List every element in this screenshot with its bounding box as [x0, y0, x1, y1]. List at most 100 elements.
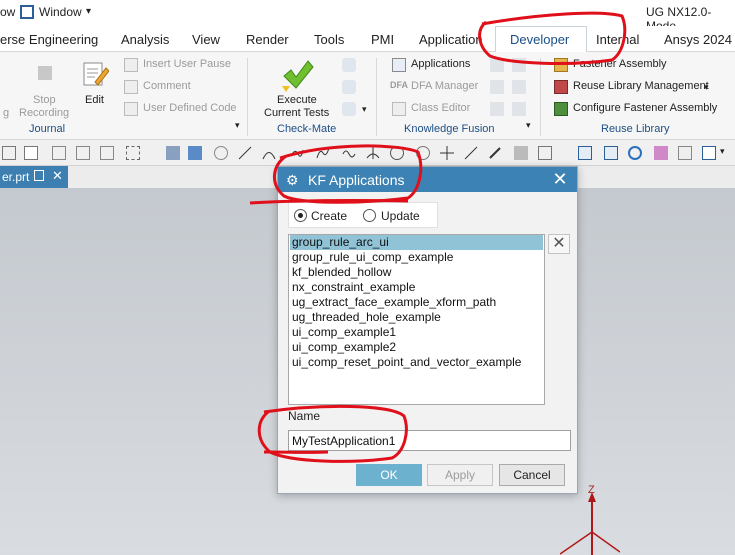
tab-render[interactable]: Render: [246, 32, 289, 47]
list-item[interactable]: nx_constraint_example: [290, 280, 543, 295]
kf-tool-icon-6[interactable]: [512, 102, 526, 116]
toolbar-tool-icon-23[interactable]: [604, 146, 618, 160]
wave-tool-icon[interactable]: [342, 146, 356, 160]
select-filter-icon[interactable]: [2, 146, 16, 160]
tab-analysis[interactable]: Analysis: [121, 32, 169, 47]
tab-ansys[interactable]: Ansys 2024: [664, 32, 732, 47]
knowledge-fusion-group-label: Knowledge Fusion: [404, 123, 495, 135]
list-item[interactable]: kf_blended_hollow: [290, 265, 543, 280]
kf-tool-icon-2[interactable]: [512, 58, 526, 72]
tab-reverse-engineering[interactable]: erse Engineering: [0, 32, 98, 47]
document-tab-close-icon[interactable]: ✕: [52, 168, 63, 184]
stop-recording-label-1[interactable]: Stop: [33, 94, 56, 106]
configure-fastener-assembly[interactable]: Configure Fastener Assembly: [573, 102, 717, 114]
view-cube-icon[interactable]: [166, 146, 180, 160]
crosshair-icon[interactable]: [440, 146, 454, 160]
slash-tool-icon[interactable]: [464, 146, 478, 160]
title-bar-left-text: ow: [0, 5, 16, 19]
grid-tool-icon[interactable]: [538, 146, 552, 160]
toolbar-tool-icon-4[interactable]: [76, 146, 90, 160]
document-tab[interactable]: er.prt ✕: [0, 166, 68, 188]
class-editor[interactable]: Class Editor: [411, 102, 470, 114]
toolbar-tool-icon-5[interactable]: [100, 146, 114, 160]
reuse-library-management-caret-icon[interactable]: ▾: [704, 82, 709, 93]
kf-tool-icon-4[interactable]: [512, 80, 526, 94]
comment[interactable]: Comment: [143, 80, 191, 92]
journal-group-more-icon[interactable]: ▾: [235, 120, 240, 131]
shaded-view-icon[interactable]: [188, 146, 202, 160]
line-tool-icon[interactable]: [238, 146, 252, 160]
fastener-assembly[interactable]: Fastener Assembly: [573, 58, 667, 70]
perpendicular-icon[interactable]: [366, 146, 380, 160]
reuse-library-management-icon: [554, 80, 568, 94]
tab-tools[interactable]: Tools: [314, 32, 344, 47]
pen-tool-icon[interactable]: [488, 146, 502, 160]
update-radio-label[interactable]: Update: [381, 209, 420, 223]
tab-application[interactable]: Application: [419, 32, 483, 47]
execute-label-1[interactable]: Execute: [277, 94, 317, 106]
checkmate-tool-icon-2[interactable]: [342, 80, 356, 94]
dialog-title-bar[interactable]: ⚙ KF Applications ✕: [278, 167, 577, 192]
snap-icon[interactable]: [24, 146, 38, 160]
arc-tool-icon[interactable]: [262, 146, 276, 160]
edit-journal-label[interactable]: Edit: [85, 94, 104, 106]
ok-button[interactable]: OK: [356, 464, 422, 486]
name-input[interactable]: [288, 430, 571, 451]
application-list[interactable]: group_rule_arc_ui group_rule_ui_comp_exa…: [288, 234, 545, 405]
list-item[interactable]: ui_comp_example2: [290, 340, 543, 355]
applications[interactable]: Applications: [411, 58, 470, 70]
tab-developer[interactable]: Developer: [495, 26, 587, 53]
window-menu-caret-icon[interactable]: ▾: [86, 6, 91, 17]
checkmate-tool-icon-1[interactable]: [342, 58, 356, 72]
apply-button[interactable]: Apply: [427, 464, 493, 486]
toolbar-tool-icon-22[interactable]: [578, 146, 592, 160]
insert-user-pause[interactable]: Insert User Pause: [143, 58, 231, 70]
list-item[interactable]: ui_comp_example1: [290, 325, 543, 340]
insert-user-pause-icon: [124, 58, 138, 72]
list-item[interactable]: group_rule_ui_comp_example: [290, 250, 543, 265]
list-item[interactable]: ug_threaded_hole_example: [290, 310, 543, 325]
stop-recording-label-2[interactable]: Recording: [19, 107, 69, 119]
configure-fastener-assembly-icon: [554, 102, 568, 116]
user-defined-code[interactable]: User Defined Code: [143, 102, 237, 114]
update-radio[interactable]: [363, 209, 376, 222]
checkmate-tool-icon-3[interactable]: [342, 102, 356, 116]
class-editor-icon: [392, 102, 406, 116]
list-item[interactable]: ug_extract_face_example_xform_path: [290, 295, 543, 310]
kf-group-more-icon[interactable]: ▾: [526, 120, 531, 131]
curve-tool-icon[interactable]: [290, 146, 304, 160]
kf-tool-icon-1[interactable]: [490, 58, 504, 72]
point-snap-icon[interactable]: [214, 146, 228, 160]
paint-tool-icon[interactable]: [654, 146, 668, 160]
spline-tool-icon[interactable]: [316, 146, 330, 160]
tab-view[interactable]: View: [192, 32, 220, 47]
cancel-button[interactable]: Cancel: [499, 464, 565, 486]
document-tab-label: er.prt: [2, 170, 30, 184]
dialog-close-icon[interactable]: ✕: [551, 169, 569, 190]
kf-tool-icon-3[interactable]: [490, 80, 504, 94]
list-item[interactable]: group_rule_arc_ui: [290, 235, 543, 250]
toolbar-tool-icon-20[interactable]: [514, 146, 528, 160]
checkmate-more-icon[interactable]: ▾: [362, 104, 367, 115]
execute-label-2[interactable]: Current Tests: [264, 107, 329, 119]
create-radio[interactable]: [294, 209, 307, 222]
kf-tool-icon-5[interactable]: [490, 102, 504, 116]
list-item[interactable]: ui_comp_reset_point_and_vector_example: [290, 355, 543, 370]
toolbar-tool-icon-26[interactable]: [678, 146, 692, 160]
toolbar-tool-icon-16[interactable]: [416, 146, 430, 160]
refresh-icon[interactable]: [628, 146, 642, 160]
create-radio-label[interactable]: Create: [311, 209, 347, 223]
toolbar-more-icon[interactable]: ▾: [720, 146, 725, 157]
dfa-manager[interactable]: DFA Manager: [411, 80, 478, 92]
journal-group-label: Journal: [29, 123, 66, 135]
tab-pmi[interactable]: PMI: [371, 32, 394, 47]
clear-list-button[interactable]: ✕: [548, 234, 570, 254]
toolbar-tool-icon-27[interactable]: [702, 146, 716, 160]
circle-tool-icon[interactable]: [390, 146, 404, 160]
window-menu[interactable]: Window: [39, 5, 82, 19]
ribbon-tab-bar: erse Engineering Analysis View Render To…: [0, 26, 735, 52]
box-select-icon[interactable]: [126, 146, 140, 160]
tab-internal[interactable]: Internal: [596, 32, 639, 47]
reuse-library-management[interactable]: Reuse Library Management: [573, 80, 709, 92]
toolbar-tool-icon-3[interactable]: [52, 146, 66, 160]
